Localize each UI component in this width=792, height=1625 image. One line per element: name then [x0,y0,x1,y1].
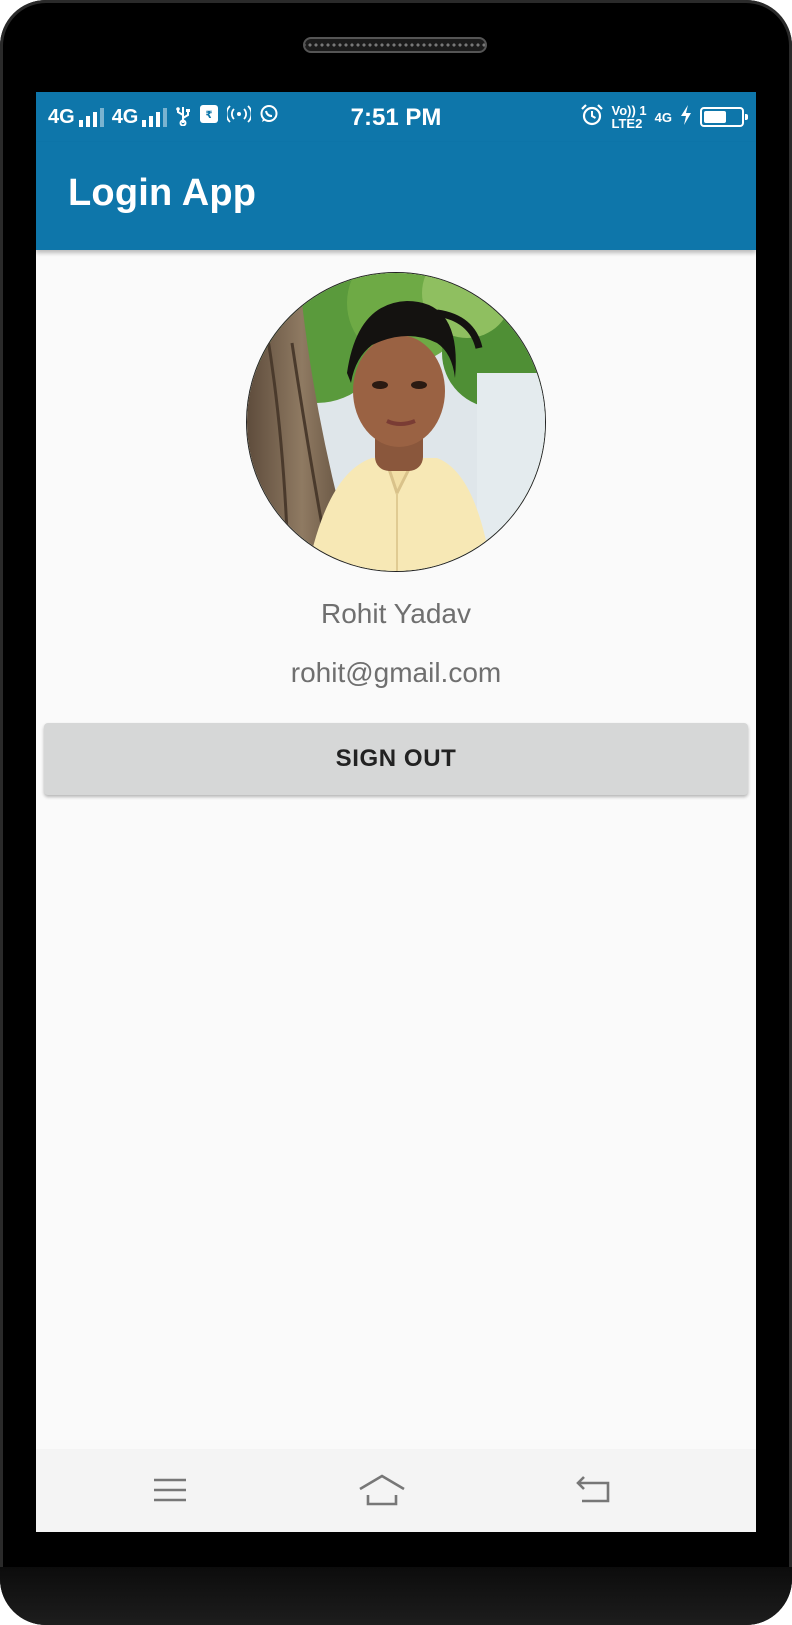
charging-icon [680,104,692,131]
battery-icon [700,107,748,127]
home-button[interactable] [352,1465,412,1515]
app-bar: Login App [36,142,756,250]
back-button[interactable] [564,1465,624,1515]
menu-icon [154,1478,186,1502]
profile-avatar [246,272,546,572]
alarm-icon [580,103,604,132]
home-icon [359,1474,405,1506]
sign-out-button[interactable]: SIGN OUT [44,723,748,795]
battery-level [704,111,726,123]
screen: 4G 4G ₹ 7:51 PM Vo)) 1 LTE2 4G Login App… [36,92,756,1532]
speaker-grille [303,37,487,53]
app-title: Login App [68,172,257,214]
data-type-label: 4G [654,109,672,125]
navigation-bar [36,1449,756,1532]
menu-button[interactable] [140,1465,200,1515]
phone-bottom-edge [0,1567,792,1625]
back-icon [576,1476,610,1503]
volte-indicator: Vo)) 1 LTE2 [612,104,647,130]
profile-email: rohit@gmail.com [290,657,502,688]
status-bar: 4G 4G ₹ 7:51 PM Vo)) 1 LTE2 4G [36,92,756,142]
status-right: Vo)) 1 LTE2 4G [580,102,748,132]
volte-bottom-label: LTE2 [611,116,643,131]
phone-frame: 4G 4G ₹ 7:51 PM Vo)) 1 LTE2 4G Login App… [0,0,792,1625]
profile-name: Rohit Yadav [321,598,471,629]
